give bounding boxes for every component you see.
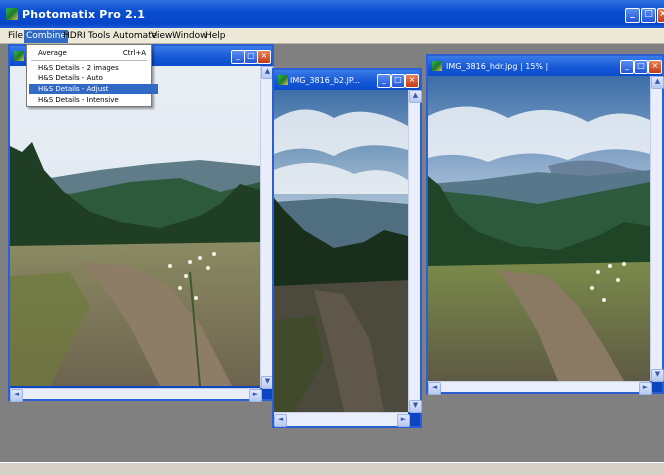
image-window-2-icon: [278, 75, 288, 85]
scroll-right-icon[interactable]: ►: [249, 389, 262, 402]
image-window-1-maximize-button[interactable]: □: [244, 50, 258, 64]
scroll-up-icon[interactable]: ▲: [409, 90, 422, 103]
menu-hdri[interactable]: HDRI: [61, 30, 88, 43]
scroll-down-icon[interactable]: ▼: [651, 369, 664, 382]
menu-bar: File Combine HDRI Tools Automate View Wi…: [0, 28, 664, 44]
menu-item-average-shortcut: Ctrl+A: [122, 49, 146, 57]
scroll-up-icon[interactable]: ▲: [651, 76, 664, 89]
image-window-2-vertical-scrollbar[interactable]: ▲ ▼: [408, 90, 422, 413]
image-window-3-icon: [432, 61, 442, 71]
image-window-2[interactable]: IMG_3816_b2.JP... _ □ × ▲ ▼ ◄ ►: [272, 68, 422, 428]
image-window-2-title: IMG_3816_b2.JP...: [290, 76, 361, 85]
image-window-1-photo: [10, 66, 260, 386]
image-window-3-minimize-button[interactable]: _: [620, 60, 634, 74]
image-window-2-photo: [274, 90, 408, 412]
scroll-right-icon[interactable]: ►: [397, 414, 410, 427]
menu-item-average-label: Average: [38, 49, 67, 57]
image-window-1-icon: [14, 51, 24, 61]
menu-item-hs-details-adjust[interactable]: H&S Details - Adjust: [29, 84, 158, 94]
image-window-2-minimize-button[interactable]: _: [377, 74, 391, 88]
image-window-3-maximize-button[interactable]: □: [634, 60, 648, 74]
image-window-1-vertical-scrollbar[interactable]: ▲ ▼: [260, 66, 274, 389]
image-window-3-titlebar[interactable]: IMG_3816_hdr.jpg | 15% | _ □ ×: [428, 56, 662, 76]
image-window-2-maximize-button[interactable]: □: [391, 74, 405, 88]
app-maximize-button[interactable]: □: [641, 8, 656, 23]
image-window-2-titlebar[interactable]: IMG_3816_b2.JP... _ □ ×: [274, 70, 420, 90]
image-window-1-horizontal-scrollbar[interactable]: ◄ ►: [10, 388, 262, 402]
scroll-left-icon[interactable]: ◄: [274, 414, 287, 427]
bottom-status-strip: [0, 462, 664, 475]
combine-dropdown-menu: Average Ctrl+A H&S Details - 2 images H&…: [26, 44, 158, 107]
app-title: Photomatix Pro 2.1: [22, 8, 146, 21]
app-close-button[interactable]: ×: [657, 8, 664, 23]
menu-help[interactable]: Help: [203, 30, 228, 43]
menu-tools[interactable]: Tools: [86, 30, 112, 43]
image-window-3[interactable]: IMG_3816_hdr.jpg | 15% | _ □ × ▲ ▼ ◄ ►: [426, 54, 664, 395]
scroll-left-icon[interactable]: ◄: [10, 389, 23, 402]
photomatix-app-icon: [6, 8, 18, 20]
app-minimize-button[interactable]: _: [625, 8, 640, 23]
image-window-1-minimize-button[interactable]: _: [231, 50, 245, 64]
image-window-3-photo: [428, 76, 650, 381]
menu-file[interactable]: File: [6, 30, 25, 43]
scroll-down-icon[interactable]: ▼: [409, 400, 422, 413]
menu-item-hs-details-2-images[interactable]: H&S Details - 2 images: [29, 63, 158, 73]
app-titlebar[interactable]: Photomatix Pro 2.1 _ □ ×: [0, 0, 664, 28]
image-window-2-horizontal-scrollbar[interactable]: ◄ ►: [274, 412, 410, 427]
image-window-3-vertical-scrollbar[interactable]: ▲ ▼: [650, 76, 664, 382]
image-window-2-close-button[interactable]: ×: [405, 74, 419, 88]
menu-separator: [31, 60, 147, 61]
image-window-1-close-button[interactable]: ×: [257, 50, 271, 64]
menu-item-hs-details-auto[interactable]: H&S Details - Auto: [29, 73, 158, 83]
menu-item-average[interactable]: Average Ctrl+A: [29, 48, 158, 58]
image-window-3-horizontal-scrollbar[interactable]: ◄ ►: [428, 381, 652, 395]
scroll-left-icon[interactable]: ◄: [428, 382, 441, 395]
menu-item-hs-details-intensive[interactable]: H&S Details - Intensive: [29, 95, 158, 105]
scroll-right-icon[interactable]: ►: [639, 382, 652, 395]
image-window-3-close-button[interactable]: ×: [648, 60, 662, 74]
image-window-3-title: IMG_3816_hdr.jpg | 15% |: [446, 62, 549, 71]
